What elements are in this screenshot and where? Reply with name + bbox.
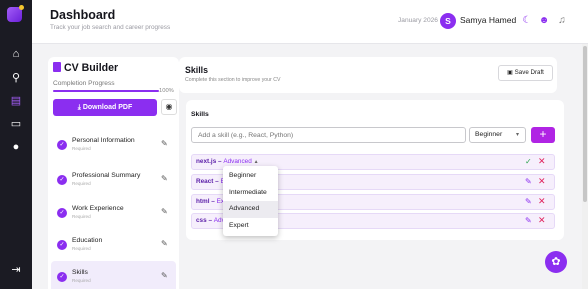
delete-icon[interactable]: ✕ — [538, 215, 546, 226]
logout-icon[interactable]: ⇥ — [7, 262, 25, 278]
skills-header-panel: Skills Complete this section to improve … — [179, 57, 557, 93]
section-label: Education — [72, 237, 103, 244]
edit-icon[interactable]: ✎ — [161, 139, 168, 148]
edit-icon[interactable]: ✎ — [161, 174, 168, 183]
section-label: Professional Summary — [72, 172, 141, 179]
skill-text: html – Ex — [196, 198, 225, 205]
skill-text: css – Adv — [196, 217, 225, 224]
confirm-icon[interactable]: ✓ — [525, 157, 532, 166]
cv-builder-title: CV Builder — [53, 62, 118, 74]
section-item-personal-information[interactable]: ✓ Personal Information Required ✎ — [51, 129, 176, 162]
completion-label: Completion Progress — [53, 80, 115, 87]
check-icon: ✓ — [57, 175, 67, 185]
section-status: Required — [72, 278, 91, 283]
date-label: January 2026 — [398, 17, 438, 24]
page-title: Dashboard — [50, 8, 116, 22]
delete-icon[interactable]: ✕ — [538, 176, 546, 187]
check-icon: ✓ — [57, 272, 67, 282]
document-icon[interactable]: ▤ — [7, 93, 25, 109]
section-label: Skills — [72, 269, 88, 276]
dropdown-option-beginner[interactable]: Beginner — [223, 168, 278, 185]
delete-icon[interactable]: ✕ — [538, 156, 546, 167]
user-icon[interactable]: ● — [7, 139, 25, 155]
section-item-professional-summary[interactable]: ✓ Professional Summary Required ✎ — [51, 164, 176, 197]
save-icon: ▣ — [507, 69, 513, 76]
scrollbar[interactable] — [582, 44, 588, 289]
page-subtitle: Track your job search and career progres… — [50, 24, 171, 31]
section-item-skills[interactable]: ✓ Skills Required ✎ — [51, 261, 176, 289]
dropdown-option-expert[interactable]: Expert — [223, 218, 278, 235]
eye-icon: ◉ — [165, 102, 173, 111]
level-dropdown-menu: Beginner Intermediate Advanced Expert — [223, 166, 278, 236]
save-draft-button[interactable]: ▣ Save Draft — [498, 65, 553, 81]
edit-icon[interactable]: ✎ — [161, 271, 168, 280]
edit-icon[interactable]: ✎ — [161, 239, 168, 248]
chevron-down-icon: ▾ — [515, 132, 519, 138]
robot-icon[interactable]: ☻ — [537, 13, 551, 29]
section-status: Required — [72, 146, 91, 151]
preview-eye-button[interactable]: ◉ — [161, 99, 177, 115]
skills-section-label: Skills — [191, 111, 209, 118]
section-label: Work Experience — [72, 205, 124, 212]
section-status: Required — [72, 181, 91, 186]
app-logo — [7, 5, 24, 22]
download-pdf-button[interactable]: ⤓ Download PDF — [53, 99, 157, 116]
section-item-education[interactable]: ✓ Education Required ✎ — [51, 229, 176, 262]
skill-input[interactable] — [191, 127, 466, 143]
document-icon — [53, 62, 61, 72]
delete-icon[interactable]: ✕ — [538, 196, 546, 207]
settings-fab-button[interactable]: ✿ — [545, 251, 567, 273]
search-icon[interactable]: ⚲ — [7, 70, 25, 86]
edit-icon[interactable]: ✎ — [525, 197, 532, 206]
dropdown-option-intermediate[interactable]: Intermediate — [223, 185, 278, 202]
edit-icon[interactable]: ✎ — [525, 177, 532, 186]
check-icon: ✓ — [57, 208, 67, 218]
check-icon: ✓ — [57, 240, 67, 250]
skills-title: Skills — [185, 65, 208, 75]
section-item-work-experience[interactable]: ✓ Work Experience Required ✎ — [51, 197, 176, 230]
section-status: Required — [72, 246, 91, 251]
user-name[interactable]: Samya Hamed — [460, 15, 516, 25]
cv-builder-card: CV Builder Completion Progress 100% ⤓ Do… — [48, 57, 179, 289]
level-select[interactable]: Beginner ▾ — [469, 127, 526, 143]
section-label: Personal Information — [72, 137, 135, 144]
edit-icon[interactable]: ✎ — [161, 207, 168, 216]
top-header: Dashboard Track your job search and care… — [32, 0, 588, 44]
progress-fill — [53, 90, 159, 92]
gear-icon: ✿ — [551, 256, 561, 268]
skills-subtitle: Complete this section to improve your CV — [185, 77, 281, 83]
add-skill-button[interactable]: + — [531, 127, 555, 143]
moon-icon[interactable]: ☾ — [520, 13, 534, 29]
completion-progress-bar — [53, 90, 159, 92]
completion-percent: 100% — [159, 88, 174, 94]
left-rail: ⌂ ⚲ ▤ ▭ ● ⇥ — [0, 0, 32, 289]
avatar[interactable]: S — [440, 13, 456, 29]
dropdown-option-advanced[interactable]: Advanced — [223, 201, 278, 218]
check-icon: ✓ — [57, 140, 67, 150]
edit-icon[interactable]: ✎ — [525, 216, 532, 225]
skill-text: next.js – Advanced ▲ — [196, 158, 259, 165]
scrollbar-thumb[interactable] — [583, 46, 587, 202]
home-icon[interactable]: ⌂ — [7, 46, 25, 62]
bell-icon[interactable]: ♫ — [555, 13, 569, 29]
chevron-down-icon: ▲ — [253, 159, 259, 165]
section-status: Required — [72, 214, 91, 219]
chat-icon[interactable]: ▭ — [7, 116, 25, 132]
